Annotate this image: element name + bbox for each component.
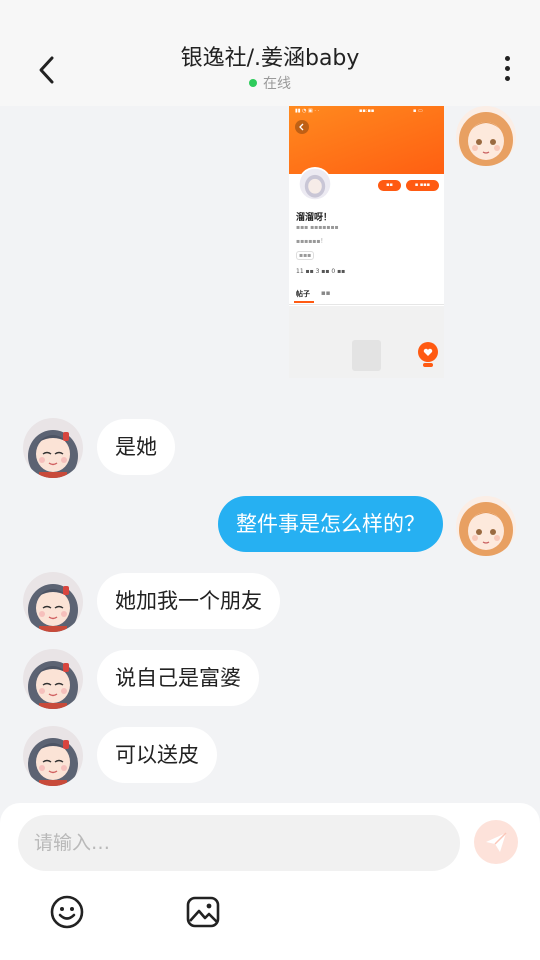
more-vertical-icon[interactable] [498, 56, 516, 86]
shot-back-icon [295, 120, 309, 134]
chat-title: 银逸社/.姜涵baby [180, 46, 360, 71]
online-status: 在线 [120, 75, 420, 93]
chat-title-block: 银逸社/.姜涵baby 在线 [120, 44, 420, 93]
shot-tag: ▪▪▪ [296, 251, 315, 260]
my-avatar[interactable] [456, 496, 516, 556]
shot-status-bar-right: ▪ ▭ [413, 108, 423, 114]
shot-status-bar-left: ▮▮ ◔ ▣ · · [295, 108, 320, 114]
shot-tab-posts: 帖子 [296, 290, 310, 298]
send-button[interactable] [474, 820, 518, 864]
contact-avatar[interactable] [23, 418, 83, 478]
online-status-label: 在线 [263, 76, 291, 92]
message-bubble[interactable]: 她加我一个朋友 [97, 573, 280, 629]
paper-plane-icon [486, 832, 507, 852]
shot-tab-underline [294, 301, 314, 303]
contact-avatar[interactable] [23, 726, 83, 786]
shot-status-bar-center: ▪▪:▪▪ [359, 108, 375, 114]
shot-divider [289, 304, 444, 305]
chevron-left-icon[interactable] [30, 52, 66, 88]
shot-empty-doc [352, 340, 381, 371]
shot-id-line: ▪▪▪ ▪▪▪▪▪▪▪ [296, 224, 339, 231]
contact-avatar[interactable] [23, 649, 83, 709]
shot-button-1: ▪▪ [378, 180, 401, 191]
shot-bio-line: ▪▪▪▪▪▪！ [296, 238, 327, 245]
message-bubble[interactable]: 是她 [97, 419, 175, 475]
shared-profile-avatar [298, 167, 332, 201]
shot-stats: 11 ▪▪ 3 ▪▪ 0 ▪▪ [296, 268, 346, 275]
chat-header: 银逸社/.姜涵baby 在线 [0, 0, 540, 106]
message-input[interactable] [18, 815, 460, 871]
my-avatar[interactable] [456, 106, 516, 166]
message-bubble[interactable]: 说自己是富婆 [97, 650, 259, 706]
shot-heart-icon [418, 342, 438, 367]
message-bubble[interactable]: 整件事是怎么样的？ [218, 496, 443, 552]
shot-button-2: ▪ ▪▪▪ [406, 180, 439, 191]
contact-avatar[interactable] [23, 572, 83, 632]
message-bubble[interactable]: 可以送皮 [97, 727, 217, 783]
shot-tab-other: ▪▪ [321, 289, 331, 297]
shared-profile-banner [289, 106, 444, 174]
smiley-icon[interactable] [48, 893, 86, 931]
shared-screenshot-image[interactable]: ▮▮ ◔ ▣ · · ▪▪:▪▪ ▪ ▭ ▪▪ ▪ ▪▪▪ 溜溜呀！ ▪▪▪ ▪… [289, 106, 444, 378]
composer-panel [0, 803, 540, 960]
shared-profile-name: 溜溜呀！ [296, 213, 333, 223]
image-icon[interactable] [184, 893, 222, 931]
online-dot [249, 79, 257, 87]
